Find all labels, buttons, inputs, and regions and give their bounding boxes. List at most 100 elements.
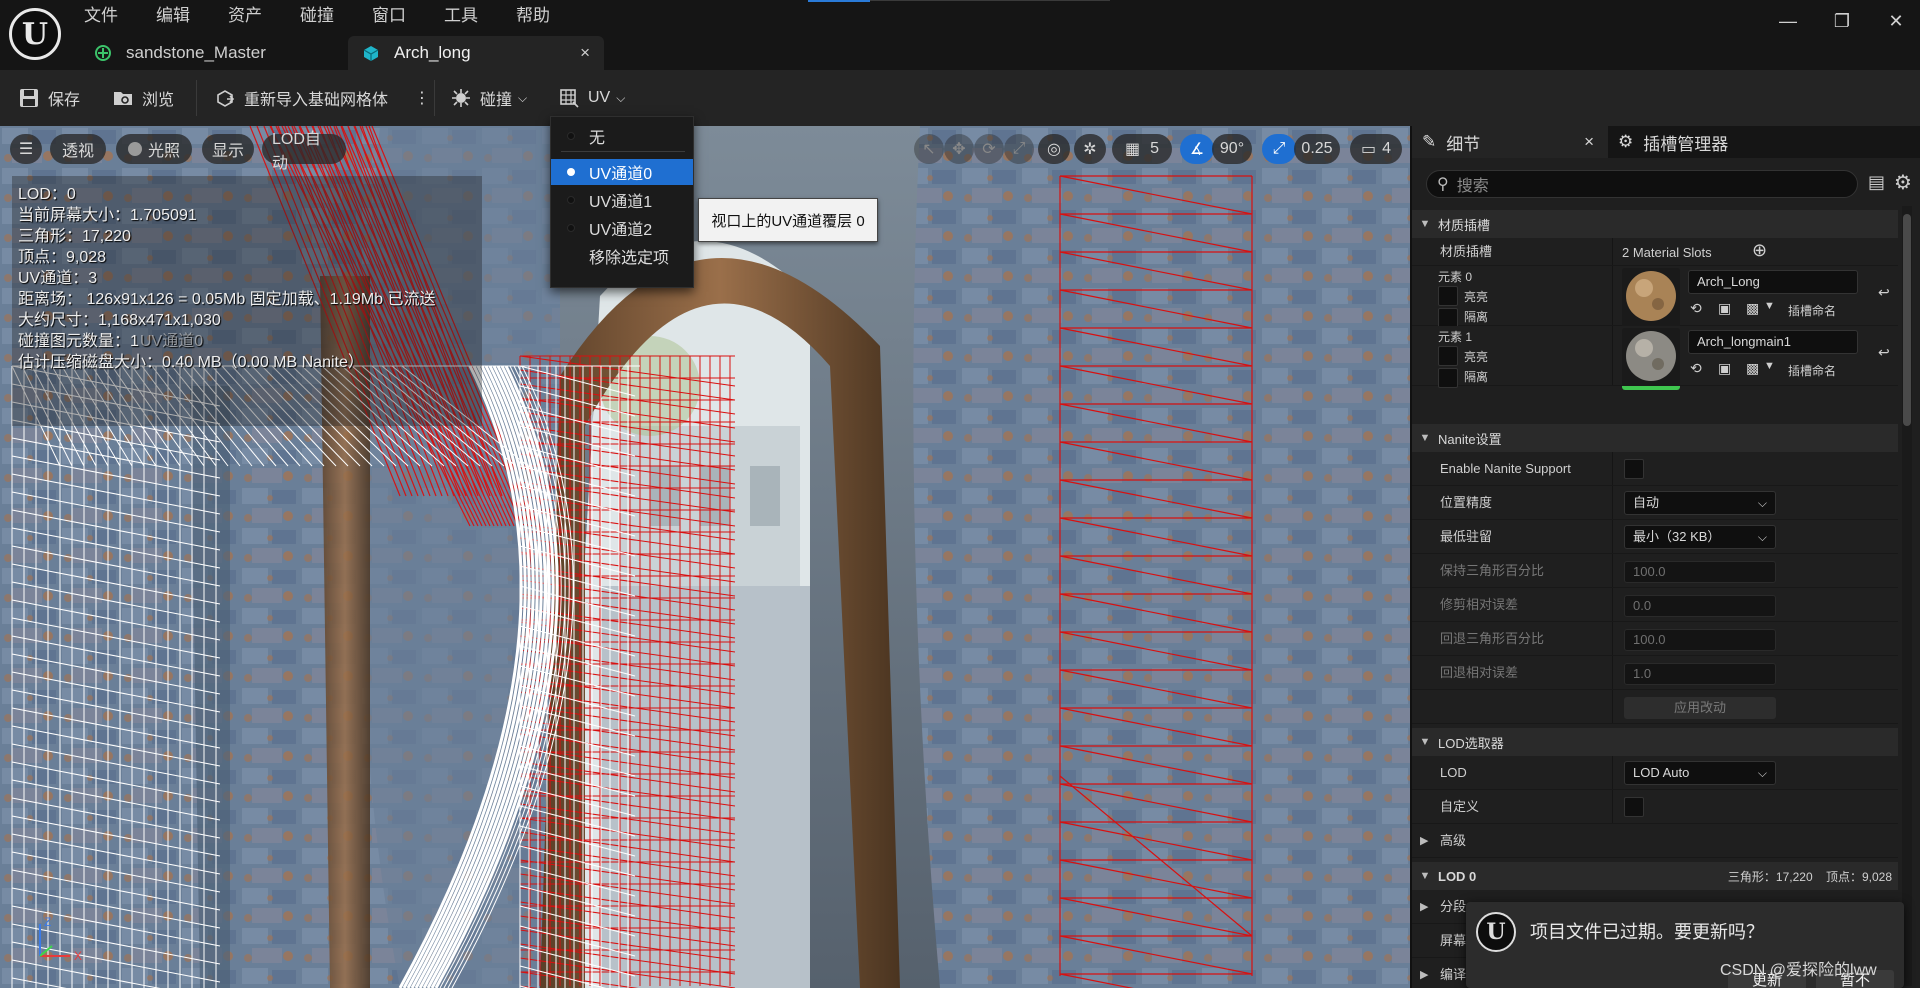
menu-collision[interactable]: 碰撞 <box>300 4 334 28</box>
fallback-error-input[interactable]: 1.0 <box>1624 663 1776 685</box>
uv-menu-button[interactable]: UV ⌵ <box>558 84 625 112</box>
camera-speed-value: 4 <box>1382 140 1392 157</box>
tab-close-icon[interactable]: × <box>1584 132 1594 152</box>
chevron-down-icon[interactable]: ▼ <box>1764 300 1775 312</box>
scale-snap-toggle[interactable]: ⤢ <box>1262 134 1296 164</box>
browse-asset-icon[interactable]: ▣ <box>1718 300 1731 317</box>
settings-gear-icon[interactable]: ⚙ <box>1894 170 1912 195</box>
isolate-checkbox[interactable] <box>1438 308 1458 328</box>
browse-asset-icon[interactable]: ▣ <box>1718 360 1731 377</box>
details-panel: ✎ 细节 × ⚙ 插槽管理器 ⚲ 搜索 ▤ ⚙ ▼ 材质插槽 材质插槽 2 Ma… <box>1410 126 1920 988</box>
world-local-button[interactable]: ◎ <box>1038 134 1070 164</box>
select-mode-button[interactable]: ↖ <box>914 134 944 164</box>
rotate-snap-value-button[interactable]: 90° <box>1212 134 1252 164</box>
section-lod-0[interactable]: ▼ LOD 0 三角形：17,220 顶点：9,028 <box>1412 862 1898 890</box>
fallback-percent-input[interactable]: 100.0 <box>1624 629 1776 651</box>
row-custom: 自定义 <box>1412 790 1898 824</box>
use-selected-icon[interactable]: ⟲ <box>1690 300 1702 317</box>
scale-mode-button[interactable]: ⤢ <box>1004 134 1034 164</box>
details-search-input[interactable]: ⚲ 搜索 <box>1426 170 1858 198</box>
unreal-logo[interactable]: U <box>9 8 61 60</box>
save-button[interactable]: 保存 <box>18 84 80 112</box>
section-lod-picker[interactable]: ▼ LOD选取器 <box>1412 728 1898 756</box>
uv-option-none[interactable]: 无 <box>551 123 693 149</box>
lod-button[interactable]: LOD自动 <box>262 131 346 172</box>
row-position-precision: 位置精度 自动 ⌵ <box>1412 486 1898 520</box>
menu-edit[interactable]: 编辑 <box>156 4 190 28</box>
tab-socket-manager[interactable]: ⚙ 插槽管理器 <box>1618 126 1818 158</box>
uv-option-remove-selected[interactable]: 移除选定项 <box>551 243 693 269</box>
add-slot-icon[interactable]: ⊕ <box>1752 240 1767 261</box>
table-view-icon[interactable]: ▤ <box>1868 172 1885 193</box>
material-thumbnail[interactable] <box>1622 328 1680 390</box>
use-selected-icon[interactable]: ⟲ <box>1690 360 1702 377</box>
camera-icon: ▭ <box>1360 141 1377 158</box>
viewport-menu-button[interactable]: ☰ <box>10 134 42 164</box>
uv-option-channel-0[interactable]: UV通道0 <box>551 159 693 185</box>
material-icon <box>95 45 111 61</box>
perspective-button[interactable]: 透视 <box>50 134 106 164</box>
lod-select[interactable]: LOD Auto ⌵ <box>1624 761 1776 785</box>
details-scrollbar-thumb[interactable] <box>1903 214 1911 426</box>
menu-window[interactable]: 窗口 <box>372 4 406 28</box>
camera-speed-button[interactable]: ▭ 4 <box>1350 134 1402 164</box>
reset-arrow-icon[interactable]: ↩ <box>1878 284 1890 301</box>
mesh-viewport[interactable]: Z X ☰ 透视 光照 显示 LOD自动 ↖ ✥ ⟳ ⤢ ◎ ✲ ▦ 5 ∡ 9… <box>0 126 1410 988</box>
scale-icon: ⤢ <box>1012 140 1026 157</box>
dropdown-divider <box>561 151 685 152</box>
checker-icon[interactable]: ▩ <box>1746 300 1759 317</box>
material-name-field[interactable]: Arch_longmain1 <box>1688 330 1858 354</box>
rotate-icon: ⟳ <box>982 141 996 158</box>
trim-error-input[interactable]: 0.0 <box>1624 595 1776 617</box>
reset-arrow-icon[interactable]: ↩ <box>1878 344 1890 361</box>
menu-help[interactable]: 帮助 <box>516 4 550 28</box>
surface-snap-button[interactable]: ✲ <box>1074 134 1106 164</box>
more-options-button[interactable]: ⋮ <box>414 84 430 112</box>
keep-percent-input[interactable]: 100.0 <box>1624 561 1776 583</box>
row-advanced[interactable]: ▶ 高级 <box>1412 824 1898 858</box>
tab-close-icon[interactable]: × <box>580 43 590 63</box>
close-window-button[interactable]: ✕ <box>1876 8 1916 34</box>
chevron-down-icon[interactable]: ▼ <box>1764 360 1775 372</box>
material-thumbnail[interactable] <box>1622 268 1680 330</box>
section-material-slots[interactable]: ▼ 材质插槽 <box>1412 210 1898 238</box>
isolate-checkbox[interactable] <box>1438 368 1458 388</box>
grid-snap-value: 5 <box>1150 140 1160 157</box>
uv-option-channel-1[interactable]: UV通道1 <box>551 187 693 213</box>
show-button[interactable]: 显示 <box>202 134 254 164</box>
lighting-button[interactable]: 光照 <box>116 134 192 164</box>
radio-icon <box>567 252 575 260</box>
tab-details[interactable]: ✎ 细节 × <box>1412 126 1608 158</box>
section-nanite-settings[interactable]: ▼ Nanite设置 <box>1412 424 1898 452</box>
minimize-button[interactable]: — <box>1768 8 1808 34</box>
menu-tools[interactable]: 工具 <box>444 4 478 28</box>
position-precision-select[interactable]: 自动 ⌵ <box>1624 491 1776 515</box>
scale-snap-value-button[interactable]: 0.25 <box>1294 134 1340 164</box>
highlight-checkbox[interactable] <box>1438 346 1458 366</box>
reimport-base-mesh-button[interactable]: 重新导入基础网格体 <box>214 84 388 112</box>
rotate-snap-toggle[interactable]: ∡ <box>1180 134 1214 164</box>
custom-checkbox[interactable] <box>1624 797 1644 817</box>
collision-menu-button[interactable]: 碰撞 ⌵ <box>450 84 527 112</box>
tab-arch-long[interactable]: Arch_long × <box>348 36 604 70</box>
grid-snap-button[interactable]: ▦ 5 <box>1112 134 1172 164</box>
rotate-mode-button[interactable]: ⟳ <box>974 134 1004 164</box>
select-value: LOD Auto <box>1633 765 1690 780</box>
material-name-field[interactable]: Arch_Long <box>1688 270 1858 294</box>
row-label: 修剪相对误差 <box>1440 597 1519 612</box>
highlight-checkbox[interactable] <box>1438 286 1458 306</box>
min-residency-select[interactable]: 最小（32 KB） ⌵ <box>1624 525 1776 549</box>
row-label: 高级 <box>1440 833 1467 848</box>
tab-sandstone-master[interactable]: sandstone_Master <box>80 36 344 70</box>
maximize-button[interactable]: ❐ <box>1822 8 1862 34</box>
checker-icon[interactable]: ▩ <box>1746 360 1759 377</box>
apply-changes-button[interactable]: 应用改动 <box>1624 697 1776 719</box>
enable-nanite-checkbox[interactable] <box>1624 459 1644 479</box>
option-label: 无 <box>589 130 606 147</box>
lighting-label: 光照 <box>147 143 180 160</box>
menu-file[interactable]: 文件 <box>84 4 118 28</box>
browse-button[interactable]: 浏览 <box>112 84 174 112</box>
translate-mode-button[interactable]: ✥ <box>944 134 974 164</box>
menu-asset[interactable]: 资产 <box>228 4 262 28</box>
uv-option-channel-2[interactable]: UV通道2 <box>551 215 693 241</box>
